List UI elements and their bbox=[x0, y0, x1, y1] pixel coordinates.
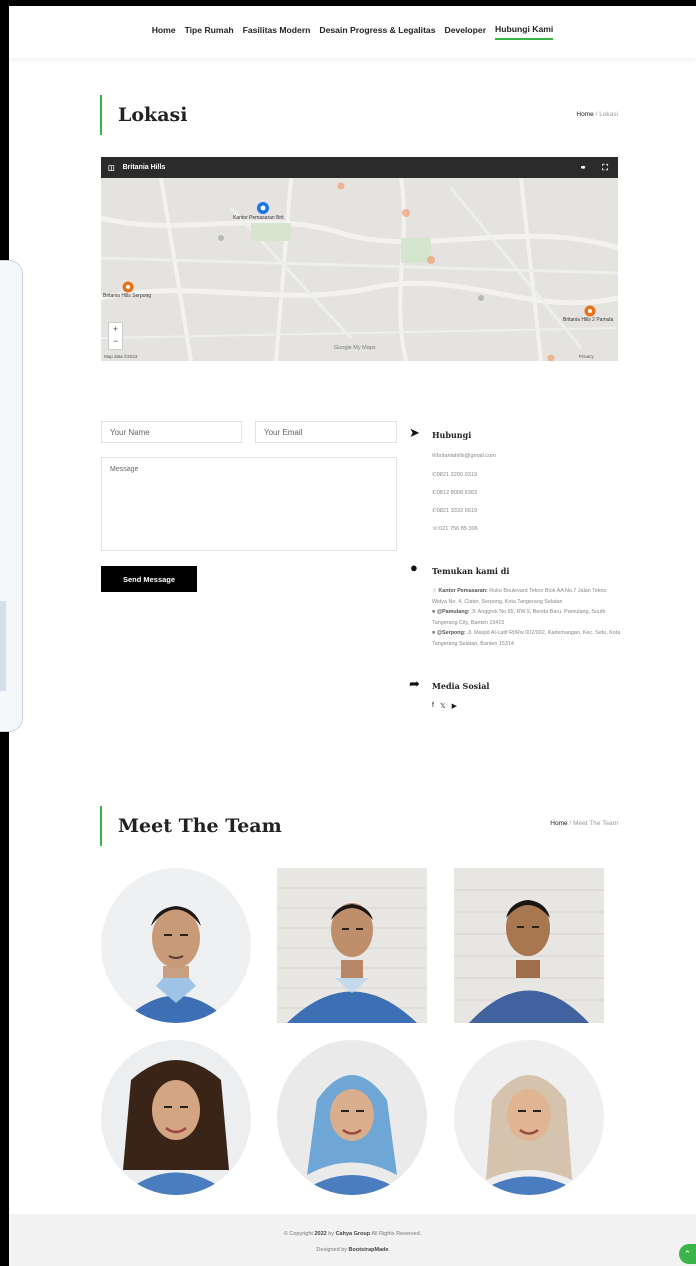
embedded-map[interactable]: ◫ Britania Hills ⚭ ⛶ Kantor Pemasaran Br… bbox=[101, 157, 618, 361]
map-attribution: Map data ©2023 bbox=[104, 354, 138, 359]
designed-by: Designed by BootstrapMade bbox=[316, 1247, 389, 1253]
contact-phone-3[interactable]: ✆0821 3333 6619 bbox=[432, 508, 477, 514]
paper-plane-icon: ➤ bbox=[409, 425, 420, 440]
map-zoom-control[interactable]: + − bbox=[108, 322, 123, 350]
map-legend-icon[interactable]: ◫ bbox=[108, 164, 115, 172]
nav-hubungi-kami[interactable]: Hubungi Kami bbox=[495, 24, 554, 40]
contact-phone-4[interactable]: ☏021 756 85 306 bbox=[432, 526, 478, 532]
twitter-icon[interactable]: 𝕏 bbox=[440, 702, 446, 710]
chevron-up-icon: ⌃ bbox=[683, 1249, 692, 1259]
map-label-pamulang: Britania Hills 2 Pamula bbox=[563, 317, 614, 323]
team-photo-1 bbox=[101, 868, 251, 1023]
map-privacy-link[interactable]: Privacy bbox=[579, 354, 594, 359]
send-message-button[interactable]: Send Message bbox=[101, 566, 197, 592]
team-photo-3 bbox=[454, 868, 604, 1023]
nav-tipe-rumah[interactable]: Tipe Rumah bbox=[185, 25, 234, 39]
share-arrow-icon: ➦ bbox=[409, 676, 420, 691]
email-field[interactable]: Your Email bbox=[255, 421, 397, 443]
team-title: Meet The Team bbox=[100, 806, 282, 846]
contact-phone-1[interactable]: ✆0821 2200 0319 bbox=[432, 472, 477, 478]
map-title: Britania Hills bbox=[122, 164, 166, 171]
media-sosial-heading: Media Sosial bbox=[432, 681, 490, 691]
team-photo-6 bbox=[454, 1040, 604, 1195]
nav-home[interactable]: Home bbox=[152, 25, 176, 39]
name-field[interactable]: Your Name bbox=[101, 421, 242, 443]
breadcrumb-current: Meet The Team bbox=[573, 820, 618, 827]
contact-email[interactable]: ✉britaniahills@gmail.com bbox=[432, 453, 496, 459]
fullscreen-icon[interactable]: ⛶ bbox=[602, 163, 608, 173]
hubungi-heading: Hubungi bbox=[432, 430, 472, 440]
team-photo-5 bbox=[277, 1040, 427, 1195]
facebook-icon[interactable]: f bbox=[432, 702, 434, 710]
bootstrapmade-link[interactable]: BootstrapMade bbox=[349, 1247, 389, 1253]
map-header: ◫ Britania Hills ⚭ ⛶ bbox=[101, 157, 618, 178]
social-links: f 𝕏 ▶ bbox=[432, 702, 457, 710]
youtube-icon[interactable]: ▶ bbox=[452, 702, 457, 710]
breadcrumb-home-link[interactable]: Home bbox=[550, 820, 567, 827]
background-window-edge bbox=[0, 260, 23, 732]
footer: © Copyright 2022 by Cahya Group All Righ… bbox=[9, 1214, 696, 1266]
addresses: ☆ Kantor Pemasaran: Ruko Boulevard Tekno… bbox=[432, 588, 621, 647]
contact-phone-2[interactable]: ✆0812 8008 6363 bbox=[432, 490, 477, 496]
breadcrumb-home-link[interactable]: Home bbox=[576, 111, 593, 118]
nav-desain-progress[interactable]: Desain Progress & Legalitas bbox=[319, 25, 435, 39]
top-navigation: Home Tipe Rumah Fasilitas Modern Desain … bbox=[9, 6, 696, 58]
map-pin-icon: ● bbox=[410, 560, 418, 575]
team-photo-2 bbox=[277, 868, 427, 1023]
share-icon[interactable]: ⚭ bbox=[580, 163, 587, 173]
breadcrumb-current: Lokasi bbox=[599, 111, 618, 118]
back-to-top-button[interactable]: ⌃ bbox=[679, 1244, 696, 1264]
map-tiles bbox=[101, 178, 618, 361]
temukan-heading: Temukan kami di bbox=[432, 566, 510, 576]
zoom-in-button[interactable]: + bbox=[109, 323, 122, 335]
zoom-out-button[interactable]: − bbox=[109, 335, 122, 347]
nav-fasilitas-modern[interactable]: Fasilitas Modern bbox=[243, 25, 311, 39]
google-logo: Google My Maps bbox=[334, 345, 376, 351]
copyright: © Copyright 2022 by Cahya Group All Righ… bbox=[283, 1231, 422, 1237]
lokasi-breadcrumb: Home / Lokasi bbox=[576, 111, 618, 118]
map-label-serpong: Britania Hills Serpong bbox=[103, 293, 152, 299]
team-breadcrumb: Home / Meet The Team bbox=[550, 820, 618, 827]
lokasi-title: Lokasi bbox=[100, 95, 187, 135]
message-textarea[interactable]: Message bbox=[101, 457, 397, 551]
nav-developer[interactable]: Developer bbox=[444, 25, 486, 39]
team-photo-4 bbox=[101, 1040, 251, 1195]
map-label-office: Kantor Pemasaran Brit bbox=[233, 215, 284, 221]
